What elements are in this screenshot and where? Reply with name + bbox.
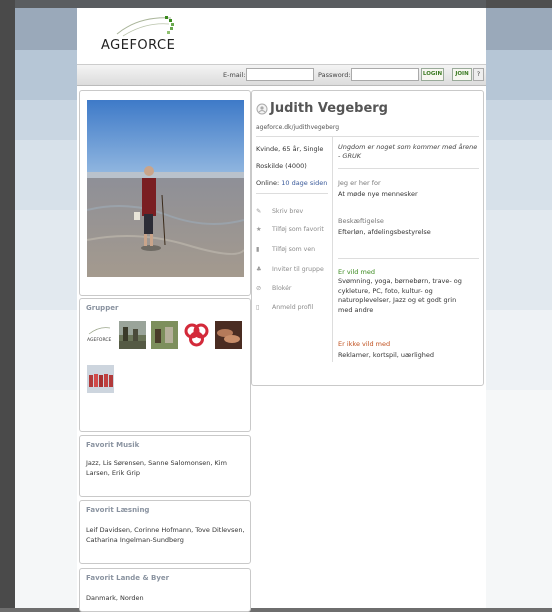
divider xyxy=(338,258,479,259)
crowd-photo-image xyxy=(87,365,114,393)
password-label: Password: xyxy=(318,71,351,79)
profile-photo[interactable] xyxy=(87,100,244,277)
music-text: Jazz, Lis Sørensen, Sanne Salomonsen, Ki… xyxy=(86,459,227,477)
group-thumb-heart-logo[interactable] xyxy=(183,321,210,349)
logo-text: AGEFORCE xyxy=(101,38,176,53)
invite-group-action[interactable]: ♣ Inviter til gruppe xyxy=(256,266,324,273)
profile-photo-box xyxy=(79,90,251,296)
favorite-music-box: Favorit Musik Jazz, Lis Sørensen, Sanne … xyxy=(79,435,251,497)
favorite-reading-box: Favorit Læsning Leif Davidsen, Corinne H… xyxy=(79,500,251,564)
people-photo-image xyxy=(119,321,146,349)
divider xyxy=(256,193,328,194)
hands-photo-image xyxy=(215,321,242,349)
action-label: Tilføj som ven xyxy=(272,246,316,253)
group-thumb-garden[interactable] xyxy=(151,321,178,349)
divider xyxy=(256,136,479,137)
red-rings-logo-icon xyxy=(184,323,209,347)
profile-status-icon xyxy=(256,103,268,115)
profile-url[interactable]: ageforce.dk/judithvegeberg xyxy=(256,124,339,131)
here-for-text: At møde nye mennesker xyxy=(338,190,418,198)
online-label: Online: xyxy=(256,179,280,187)
block-action[interactable]: ⊘ Blokér xyxy=(256,285,291,292)
pencil-icon: ✎ xyxy=(256,208,262,215)
action-label: Blokér xyxy=(272,285,292,292)
favorite-places-box: Favorit Lande & Byer Danmark, Norden xyxy=(79,568,251,612)
beach-photo-image xyxy=(87,100,244,277)
login-bar: E-mail: Password: LOGIN JOIN ? xyxy=(77,64,486,86)
report-icon: ▯ xyxy=(256,304,260,311)
groups-box: Grupper AGEFORCE xyxy=(79,298,251,432)
online-value: 10 dage siden xyxy=(281,179,328,187)
reading-title: Favorit Læsning xyxy=(86,506,150,514)
add-favorite-action[interactable]: ★ Tilføj som favorit xyxy=(256,226,324,233)
profile-name: Judith Vegeberg xyxy=(270,101,388,116)
likes-text: Svømning, yoga, børnebørn, trave- og cyk… xyxy=(338,277,462,314)
profile-quote: Ungdom er noget som kommer med årene - G… xyxy=(338,143,478,160)
dislikes-title: Er ikke vild med xyxy=(338,340,391,348)
column-divider xyxy=(332,137,333,362)
profile-city: Roskilde (4000) xyxy=(256,162,307,170)
online-status: Online: 10 dage siden xyxy=(256,178,327,188)
job-text: Efterløn, afdelingsbestyrelse xyxy=(338,228,431,236)
logo-swoosh-icon xyxy=(116,16,174,37)
action-label: Anmeld profil xyxy=(272,304,314,311)
groups-title: Grupper xyxy=(86,304,119,312)
block-icon: ⊘ xyxy=(256,285,262,292)
here-for-title: Jeg er her for xyxy=(338,179,381,187)
places-title: Favorit Lande & Byer xyxy=(86,574,170,582)
action-label: Inviter til gruppe xyxy=(272,266,324,273)
group-thumb-people[interactable] xyxy=(119,321,146,349)
star-icon: ★ xyxy=(256,226,262,233)
window-top-band xyxy=(0,0,552,8)
job-title: Beskæftigelse xyxy=(338,217,384,225)
login-button[interactable]: LOGIN xyxy=(421,68,444,81)
password-field[interactable] xyxy=(351,68,419,81)
email-label: E-mail: xyxy=(223,71,246,79)
report-profile-action[interactable]: ▯ Anmeld profil xyxy=(256,304,313,311)
group-thumb-hands[interactable] xyxy=(215,321,242,349)
write-letter-action[interactable]: ✎ Skriv brev xyxy=(256,208,303,215)
email-field[interactable] xyxy=(246,68,314,81)
reading-text: Leif Davidsen, Corinne Hofmann, Tove Dit… xyxy=(86,526,245,544)
friend-icon: ▮ xyxy=(256,246,260,253)
places-text: Danmark, Norden xyxy=(86,594,144,602)
help-button[interactable]: ? xyxy=(473,68,484,81)
left-margin xyxy=(0,0,15,608)
add-friend-action[interactable]: ▮ Tilføj som ven xyxy=(256,246,315,253)
divider xyxy=(338,168,479,169)
group-icon: ♣ xyxy=(256,266,262,273)
dislikes-text: Reklamer, kortspil, uærlighed xyxy=(338,351,435,359)
join-button[interactable]: JOIN xyxy=(452,68,472,81)
garden-photo-image xyxy=(151,321,178,349)
profile-details-box: Judith Vegeberg ageforce.dk/judithvegebe… xyxy=(251,90,484,386)
ageforce-group-logo-icon: AGEFORCE xyxy=(87,327,112,343)
svg-text:AGEFORCE: AGEFORCE xyxy=(87,337,112,343)
action-label: Tilføj som favorit xyxy=(272,226,324,233)
ageforce-logo[interactable]: AGEFORCE xyxy=(101,12,211,58)
music-title: Favorit Musik xyxy=(86,441,140,449)
action-label: Skriv brev xyxy=(272,208,304,215)
group-thumb-crowd[interactable] xyxy=(87,365,114,393)
page-container: AGEFORCE E-mail: Password: LOGIN JOIN ? xyxy=(77,8,486,612)
likes-title: Er vild med xyxy=(338,268,375,276)
group-thumb-ageforce[interactable]: AGEFORCE xyxy=(86,322,113,350)
profile-info: Kvinde, 65 år, Single xyxy=(256,145,324,153)
